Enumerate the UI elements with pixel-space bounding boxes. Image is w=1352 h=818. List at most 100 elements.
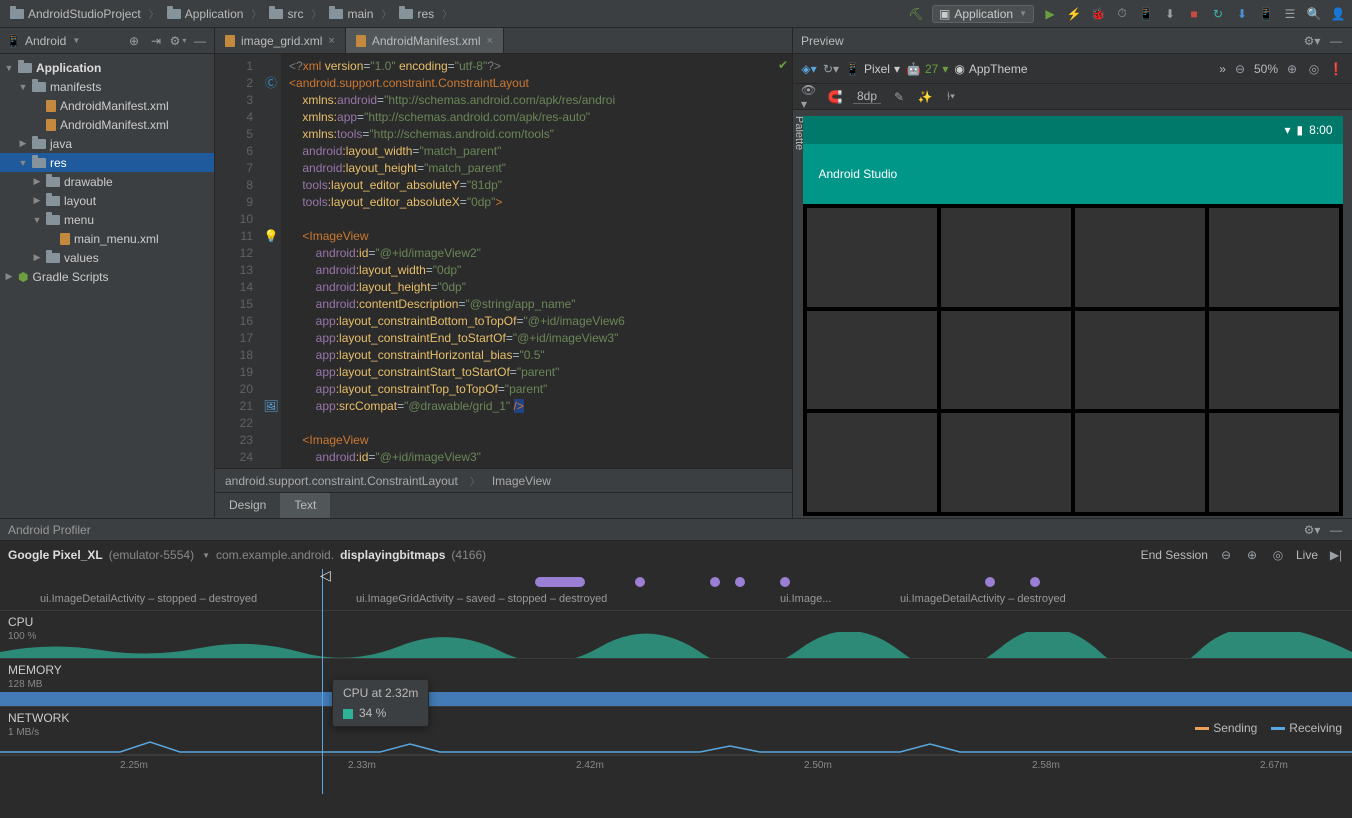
code[interactable]: <?xml version="1.0" encoding="utf-8"?><a…	[281, 54, 792, 468]
project-view-selector[interactable]: 📱 Android ▼	[6, 34, 80, 48]
run-icon[interactable]: ▶	[1042, 6, 1058, 22]
gear-icon[interactable]: ⚙▾	[170, 33, 186, 49]
profiler-memory-track[interactable]: MEMORY128 MB	[0, 659, 1352, 707]
crumb[interactable]: res	[395, 5, 438, 23]
phone-appbar: Android Studio	[803, 144, 1343, 204]
live-button[interactable]: Live	[1296, 548, 1318, 562]
tree-item[interactable]: AndroidManifest.xml	[0, 115, 214, 134]
crumb-root[interactable]: AndroidStudioProject	[6, 5, 145, 23]
preview-header: Preview ⚙▾ —	[792, 28, 1352, 53]
attach-debugger-icon[interactable]: ⬇	[1162, 6, 1178, 22]
tab-image-grid[interactable]: image_grid.xml×	[215, 28, 346, 53]
tree-item[interactable]: java	[0, 134, 214, 153]
avd-manager-icon[interactable]: 📱	[1258, 6, 1274, 22]
wand-icon[interactable]: ✎	[891, 89, 907, 105]
align-icon[interactable]: ⫮▾	[943, 89, 959, 105]
top-toolbar: AndroidStudioProject〉 Application〉 src〉 …	[0, 0, 1352, 28]
sync-icon[interactable]: ↻	[1210, 6, 1226, 22]
phone-time: 8:00	[1309, 123, 1332, 137]
profiler-title: Android Profiler	[8, 523, 91, 537]
tree-root[interactable]: Application	[0, 58, 214, 77]
tree-item[interactable]: menu	[0, 210, 214, 229]
crumb[interactable]: Application	[163, 5, 248, 23]
profiler-device[interactable]: Google Pixel_XL	[8, 548, 103, 562]
preview-device-toolbar: ◈▾ ↻▾ 📱 Pixel ▾ 🤖 27 ▾ ◉ AppTheme » ⊖ 50…	[793, 54, 1352, 84]
preview-title: Preview	[801, 34, 844, 48]
search-icon[interactable]: 🔍	[1306, 6, 1322, 22]
preview-design-toolbar: 👁▾ 🧲 8dp ✎ ✨ ⫮▾	[793, 84, 1352, 110]
profiler-body[interactable]: ui.ImageDetailActivity – stopped – destr…	[0, 569, 1352, 818]
editor-view-tabs: Design Text	[215, 492, 792, 518]
hide-icon[interactable]: —	[1328, 522, 1344, 538]
gutter-icons: Ⓒ💡🖼	[261, 54, 281, 468]
more-icon[interactable]: »	[1219, 62, 1226, 76]
sdk-manager-icon[interactable]: ⬇	[1234, 6, 1250, 22]
zoom-in-icon[interactable]: ⊕	[1284, 61, 1300, 77]
magnet-icon[interactable]: 🧲	[827, 89, 843, 105]
zoom-out-icon[interactable]: ⊖	[1232, 61, 1248, 77]
code-editor[interactable]: ✔ 12345678910111213141516171819202122232…	[215, 54, 792, 518]
zoom-in-icon[interactable]: ⊕	[1244, 547, 1260, 563]
debug-icon[interactable]: 🐞	[1090, 6, 1106, 22]
phone-image-grid	[803, 204, 1343, 516]
make-project-icon[interactable]: ⛏	[908, 6, 924, 22]
tab-manifest[interactable]: AndroidManifest.xml×	[346, 28, 504, 53]
phone-statusbar: ▾ ▮ 8:00	[803, 116, 1343, 144]
editor-breadcrumb[interactable]: android.support.constraint.ConstraintLay…	[215, 468, 792, 492]
theme-selector[interactable]: ◉ AppTheme	[954, 62, 1027, 76]
crumb[interactable]: main	[325, 5, 377, 23]
structure-icon[interactable]: ☰	[1282, 6, 1298, 22]
zoom-out-icon[interactable]: ⊖	[1218, 547, 1234, 563]
layers-icon[interactable]: ◈▾	[801, 61, 817, 77]
go-live-icon[interactable]: ▶|	[1328, 547, 1344, 563]
tree-item[interactable]: main_menu.xml	[0, 229, 214, 248]
tree-item[interactable]: manifests	[0, 77, 214, 96]
end-session-button[interactable]: End Session	[1141, 548, 1208, 562]
tab-design[interactable]: Design	[215, 493, 280, 518]
project-tree[interactable]: Application manifestsAndroidManifest.xml…	[0, 54, 215, 518]
star-wand-icon[interactable]: ✨	[917, 89, 933, 105]
orientation-icon[interactable]: ↻▾	[823, 61, 839, 77]
profiler-tooltip: CPU at 2.32m 34 %	[332, 679, 429, 727]
crumb[interactable]: src	[265, 5, 307, 23]
zoom-value: 50%	[1254, 62, 1278, 76]
preview-panel: ◈▾ ↻▾ 📱 Pixel ▾ 🤖 27 ▾ ◉ AppTheme » ⊖ 50…	[792, 54, 1352, 518]
apply-changes-icon[interactable]: ⚡	[1066, 6, 1082, 22]
warnings-icon[interactable]: ❗	[1328, 61, 1344, 77]
hide-icon[interactable]: —	[1328, 33, 1344, 49]
tree-item[interactable]: res	[0, 153, 214, 172]
avatar-icon[interactable]: 👤	[1330, 6, 1346, 22]
eye-icon[interactable]: 👁▾	[801, 89, 817, 105]
device-selector[interactable]: 📱 Pixel ▾	[845, 62, 900, 76]
profiler-network-track[interactable]: NETWORK1 MB/s	[0, 707, 1352, 755]
tree-item[interactable]: drawable	[0, 172, 214, 191]
collapse-icon[interactable]: ⇥	[148, 33, 164, 49]
tree-item[interactable]: AndroidManifest.xml	[0, 96, 214, 115]
tree-item[interactable]: layout	[0, 191, 214, 210]
profiler-header: Android Profiler ⚙▾ —	[0, 519, 1352, 541]
battery-icon: ▮	[1297, 123, 1304, 137]
avd-icon[interactable]: 📱	[1138, 6, 1154, 22]
zoom-reset-icon[interactable]: ◎	[1270, 547, 1286, 563]
tree-item[interactable]: values	[0, 248, 214, 267]
device-canvas[interactable]: Palette ▾ ▮ 8:00 Android Studio	[793, 110, 1352, 518]
api-selector[interactable]: 🤖 27 ▾	[906, 62, 948, 76]
dp-value[interactable]: 8dp	[853, 89, 881, 104]
tree-gradle[interactable]: ⬢Gradle Scripts	[0, 267, 214, 286]
wifi-icon: ▾	[1285, 123, 1291, 137]
gear-icon[interactable]: ⚙▾	[1304, 33, 1320, 49]
profiler-cpu-track[interactable]: CPU100 %	[0, 611, 1352, 659]
tab-text[interactable]: Text	[280, 493, 330, 518]
hide-icon[interactable]: —	[192, 33, 208, 49]
close-icon[interactable]: ×	[487, 35, 493, 47]
breadcrumb: AndroidStudioProject〉 Application〉 src〉 …	[6, 5, 454, 23]
scroll-from-source-icon[interactable]: ⊕	[126, 33, 142, 49]
phone-frame: ▾ ▮ 8:00 Android Studio	[803, 116, 1343, 516]
zoom-fit-icon[interactable]: ◎	[1306, 61, 1322, 77]
run-config-selector[interactable]: ▣ Application ▼	[932, 5, 1034, 23]
stop-icon[interactable]: ■	[1186, 6, 1202, 22]
profiler-playhead[interactable]	[322, 569, 323, 794]
profile-icon[interactable]: ⏱	[1114, 6, 1130, 22]
close-icon[interactable]: ×	[328, 35, 334, 47]
gear-icon[interactable]: ⚙▾	[1304, 522, 1320, 538]
